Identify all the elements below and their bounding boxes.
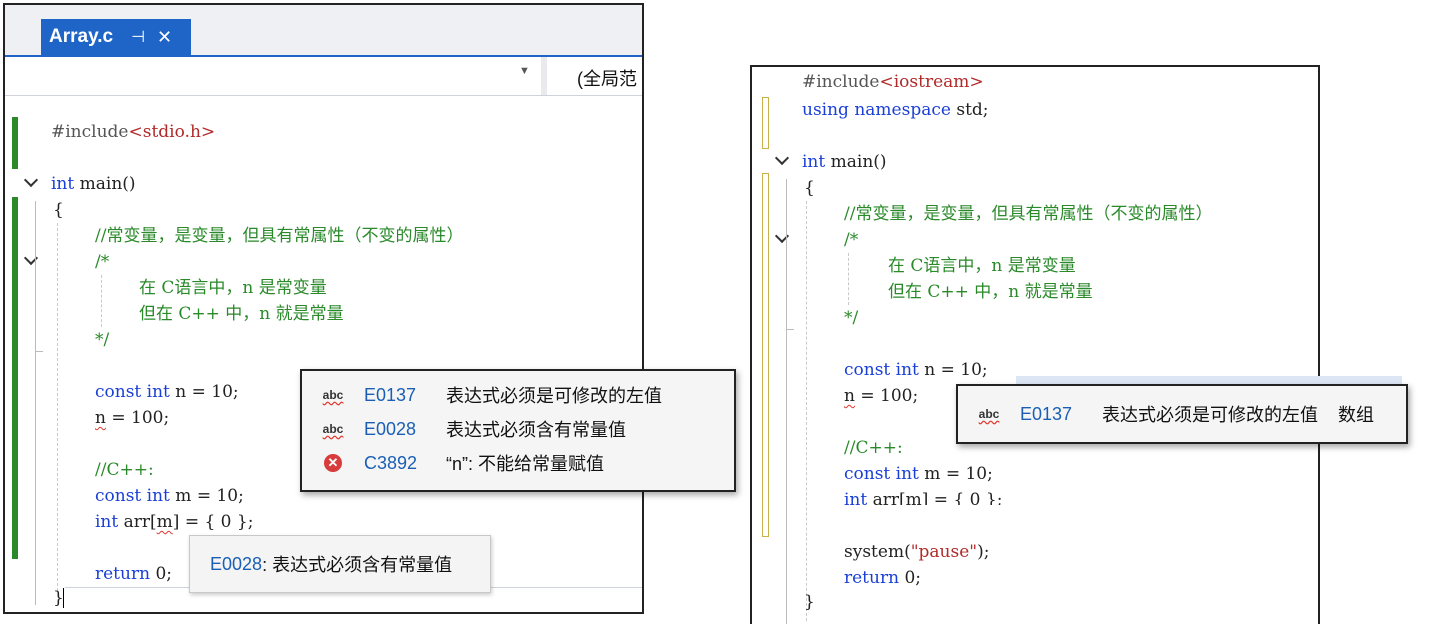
code-line-block-close: */	[844, 308, 859, 328]
change-bar	[12, 117, 18, 169]
code-line-block-open: /*	[95, 252, 110, 272]
members-dropdown-arrow[interactable]: ▼	[519, 65, 530, 77]
code-line-comment: //常变量，是变量，但具有常属性（不变的属性）	[844, 204, 1213, 224]
code-line-assign-n: n = 100;	[844, 386, 919, 406]
spelling-abc-icon: abc	[978, 407, 1000, 421]
code-line-block-open: /*	[844, 230, 859, 250]
code-line-const-m: const int m = 10;	[844, 464, 993, 484]
saved-change-bar	[762, 97, 769, 149]
error-list-popup: abc E0137 表达式必须是可修改的左值 abc E0028 表达式必须含有…	[300, 369, 736, 492]
error-code[interactable]: E0137	[364, 385, 446, 406]
code-line-include: #include<stdio.h>	[51, 122, 216, 142]
error-message: “n”: 不能给常量赋值	[446, 454, 605, 474]
error-code[interactable]: C3892	[364, 453, 446, 474]
code-line-return: return 0;	[95, 564, 172, 584]
code-line-open-brace: {	[804, 178, 815, 198]
indent-guide	[101, 275, 102, 327]
error-list-popup: abc E0137 表达式必须是可修改的左值 数组	[956, 384, 1408, 444]
quick-info-tooltip: E0028: 表达式必须含有常量值	[189, 535, 491, 593]
saved-change-bar	[762, 173, 769, 537]
code-line-arr: int arr[m] = { 0 };	[95, 512, 254, 532]
code-line-include: #include<iostream>	[802, 72, 984, 92]
fold-guide-end	[786, 329, 794, 330]
error-row[interactable]: abc E0137 表达式必须是可修改的左值 数组	[958, 398, 1406, 430]
tab-array-c[interactable]: Array.c ⊣ ✕	[41, 19, 191, 55]
tab-title: Array.c	[49, 26, 114, 47]
fold-guide	[786, 179, 787, 624]
indent-guide	[57, 223, 58, 591]
right-editor-window: #include<iostream> using namespace std; …	[750, 65, 1320, 624]
error-circle-icon: ✕	[324, 454, 342, 472]
code-line-main: int main()	[51, 174, 136, 194]
code-line-close-brace: }	[804, 592, 815, 612]
scope-dropdown[interactable]: (全局范	[577, 65, 637, 91]
code-line-arr: int arr[m] = { 0 };	[844, 490, 1003, 505]
error-row[interactable]: ✕ C3892 “n”: 不能给常量赋值	[302, 447, 734, 479]
error-message: 表达式必须含有常量值	[446, 420, 626, 440]
tooltip-error-code[interactable]: E0028	[210, 554, 262, 575]
code-line-system: system("pause");	[844, 542, 990, 562]
tooltip-message: : 表达式必须含有常量值	[262, 555, 453, 575]
error-code[interactable]: E0028	[364, 419, 446, 440]
spelling-abc-icon: abc	[322, 388, 344, 402]
nav-divider	[541, 57, 547, 95]
code-line-return: return 0;	[844, 568, 921, 588]
code-line-open-brace: {	[53, 200, 64, 220]
code-line-comment: //常变量，是变量，但具有常属性（不变的属性）	[95, 226, 464, 246]
code-line-block-close: */	[95, 330, 110, 350]
indent-guide	[848, 253, 849, 305]
change-bar	[12, 197, 18, 559]
indent-guide	[806, 201, 807, 621]
fold-guide	[35, 201, 36, 605]
code-line-cpp-comment: //C++:	[844, 438, 903, 458]
code-line-block-1: 在 C语言中，n 是常变量	[888, 256, 1076, 276]
code-line-const-n: const int n = 10;	[95, 382, 239, 402]
error-row[interactable]: abc E0137 表达式必须是可修改的左值	[302, 379, 734, 411]
error-row[interactable]: abc E0028 表达式必须含有常量值	[302, 413, 734, 445]
pin-icon[interactable]: ⊣	[131, 27, 145, 47]
code-line-block-2: 但在 C++ 中，n 就是常量	[139, 304, 344, 324]
error-message: 表达式必须是可修改的左值	[446, 386, 662, 406]
code-line-using: using namespace std;	[802, 100, 989, 120]
text-caret	[63, 588, 64, 608]
left-editor-window: Array.c ⊣ ✕ ▼ (全局范 #include<stdio.h> int…	[3, 3, 644, 614]
fold-chevron-icon[interactable]	[774, 150, 790, 166]
code-line-block-2: 但在 C++ 中，n 就是常量	[888, 282, 1093, 302]
code-line-const-n: const int n = 10;	[844, 360, 988, 380]
spelling-abc-icon: abc	[322, 422, 344, 436]
close-icon[interactable]: ✕	[157, 27, 172, 48]
code-line-const-m: const int m = 10;	[95, 486, 244, 506]
error-message: 表达式必须是可修改的左值	[1102, 405, 1318, 425]
fold-chevron-icon[interactable]	[23, 172, 39, 188]
code-line-assign-n: n = 100;	[95, 408, 170, 428]
code-line-cpp-comment: //C++:	[95, 460, 154, 480]
error-code[interactable]: E0137	[1020, 404, 1102, 425]
error-project: 数组	[1338, 405, 1374, 425]
code-line-block-1: 在 C语言中，n 是常变量	[139, 278, 327, 298]
partial-popup-header	[1016, 376, 1402, 384]
fold-guide-end	[35, 351, 43, 352]
code-line-main: int main()	[802, 152, 887, 172]
